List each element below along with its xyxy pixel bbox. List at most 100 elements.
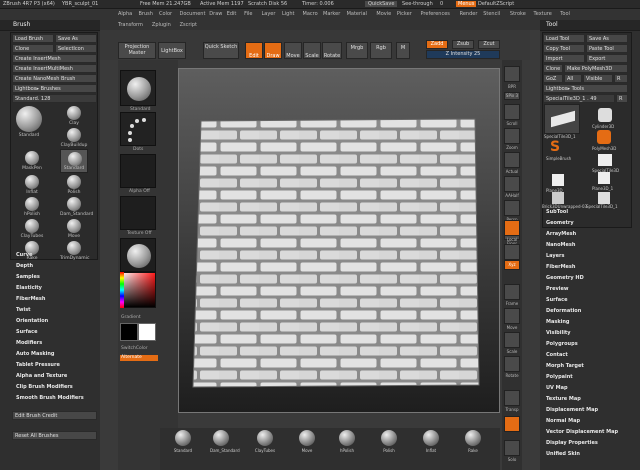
create-nanomesh-button[interactable]: Create NanoMesh Brush [12,74,97,83]
inflat-brush-icon[interactable] [25,175,39,189]
tool-menu-surface[interactable]: Surface [546,297,568,303]
frame-icon[interactable] [504,284,520,300]
menu-zscript[interactable]: Zscript [180,22,197,28]
visible-button[interactable]: Visible [583,74,613,83]
scroll-icon[interactable] [504,104,520,120]
alternate-button[interactable]: Alternate [120,355,158,361]
specialtile3d-1-icon[interactable] [598,192,610,204]
persp-icon[interactable] [504,200,520,216]
brush-menu-fibermesh[interactable]: FiberMesh [16,296,45,302]
menus-button[interactable]: Menus [456,1,477,7]
zsub-button[interactable]: Zsub [452,40,474,49]
tool-menu-preview[interactable]: Preview [546,286,569,292]
zcut-button[interactable]: Zcut [478,40,500,49]
document-canvas[interactable] [178,68,500,413]
zadd-button[interactable]: Zadd [426,40,448,49]
brush-menu-clip-modifiers[interactable]: Clip Brush Modifiers [16,384,73,390]
goz-button[interactable]: GoZ [543,74,563,83]
tool-menu-unified-skin[interactable]: Unified Skin [546,451,580,457]
move-view-icon[interactable] [504,308,520,324]
plane3d-icon[interactable] [552,174,564,186]
move-button[interactable]: Move [284,42,302,59]
polymesh-star-icon[interactable] [597,130,611,144]
dam-standard-brush-icon[interactable] [67,197,81,211]
brick3d-icon[interactable] [552,192,564,204]
menu-macro[interactable]: Macro [303,11,318,17]
clone-brush-button[interactable]: Clone [12,44,54,53]
trimdynamic-brush-icon[interactable] [67,241,81,255]
select-icon-button[interactable]: SelectIcon [55,44,97,53]
cylinder-icon[interactable] [598,108,612,122]
menu-zplugin[interactable]: Zplugin [152,22,171,28]
scale-view-icon[interactable] [504,332,520,348]
menu-marker[interactable]: Marker [323,11,340,17]
tool-menu-display-properties[interactable]: Display Properties [546,440,598,446]
clay-brush-icon[interactable] [67,106,81,120]
zoom-icon[interactable] [504,128,520,144]
menu-stroke[interactable]: Stroke [510,11,526,17]
make-polymesh-button[interactable]: Make PolyMesh3D [564,64,628,73]
tool-menu-vector-displacement-map[interactable]: Vector Displacement Map [546,429,618,435]
move-brush-icon[interactable] [67,219,81,233]
save-as-button[interactable]: Save As [55,34,97,43]
tool-menu-layers[interactable]: Layers [546,253,565,259]
gradient-label[interactable]: Gradient [121,315,141,321]
brush-menu-tablet-pressure[interactable]: Tablet Pressure [16,362,60,368]
rotate-button[interactable]: Rotate [322,42,342,59]
brush-menu-surface[interactable]: Surface [16,329,38,335]
transp-icon[interactable] [504,390,520,406]
brush-menu-orientation[interactable]: Orientation [16,318,48,324]
load-brush-button[interactable]: Load Brush [12,34,54,43]
brush-menu-curve[interactable]: Curve [16,252,32,258]
claybuildup-brush-icon[interactable] [67,128,81,142]
draw-button[interactable]: Draw [264,42,282,59]
bottom-brush-claytubes[interactable]: ClayTubes [254,430,276,453]
quicksave-button[interactable]: QuickSave [365,1,398,7]
lightbox-button[interactable]: LightBox [158,42,186,59]
menu-stencil[interactable]: Stencil [483,11,500,17]
default-zscript[interactable]: DefaultZScript [478,1,514,7]
claytubes-brush-icon[interactable] [25,219,39,233]
material-slot[interactable] [120,238,156,272]
brush-menu-samples[interactable]: Samples [16,274,40,280]
menu-draw[interactable]: Draw [209,11,222,17]
bottom-brush-polish[interactable]: Polish [378,430,400,453]
import-button[interactable]: Import [543,54,585,63]
brush-menu-elasticity[interactable]: Elasticity [16,285,42,291]
reset-all-brushes-button[interactable]: Reset All Brushes [12,431,97,440]
alpha-slot[interactable] [120,154,156,188]
clone-tool-button[interactable]: Clone [543,64,563,73]
tool-menu-masking[interactable]: Masking [546,319,570,325]
current-brush-field[interactable]: Standard. 128 [12,94,97,103]
r-button[interactable]: R [614,74,628,83]
menu-alpha[interactable]: Alpha [118,11,132,17]
create-insertmultimesh-button[interactable]: Create InsertMultiMesh [12,64,97,73]
ghost-icon[interactable] [504,416,520,432]
main-color-swatch[interactable] [120,323,138,341]
menu-brush[interactable]: Brush [139,11,153,17]
menu-movie[interactable]: Movie [376,11,391,17]
rotate-view-icon[interactable] [504,356,520,372]
tool-menu-geometry[interactable]: Geometry [546,220,574,226]
menu-material[interactable]: Material [347,11,367,17]
brush-menu-depth[interactable]: Depth [16,263,33,269]
switch-color-button[interactable]: SwitchColor [121,346,148,352]
menu-transform[interactable]: Transform [118,22,143,28]
menu-texture[interactable]: Texture [534,11,552,17]
menu-file[interactable]: File [244,11,252,17]
lightbox-tools-button[interactable]: Lightbox▸ Tools [543,84,628,93]
local-icon[interactable] [504,220,520,236]
all-button[interactable]: All [564,74,582,83]
tool-menu-geometry-hd[interactable]: Geometry HD [546,275,584,281]
edit-brush-credit-button[interactable]: Edit Brush Credit [12,411,97,420]
menu-layer[interactable]: Layer [262,11,276,17]
mrgb-button[interactable]: Mrgb [346,42,368,59]
tool-menu-nanomesh[interactable]: NanoMesh [546,242,575,248]
tool-menu-deformation[interactable]: Deformation [546,308,581,314]
solo-icon[interactable] [504,440,520,456]
tool-menu-normal-map[interactable]: Normal Map [546,418,580,424]
bottom-brush-dam-standard[interactable]: Dam_Standard [210,430,240,453]
tool-menu-polypaint[interactable]: Polypaint [546,374,573,380]
menu-edit[interactable]: Edit [227,11,237,17]
tool-menu-uv-map[interactable]: UV Map [546,385,568,391]
